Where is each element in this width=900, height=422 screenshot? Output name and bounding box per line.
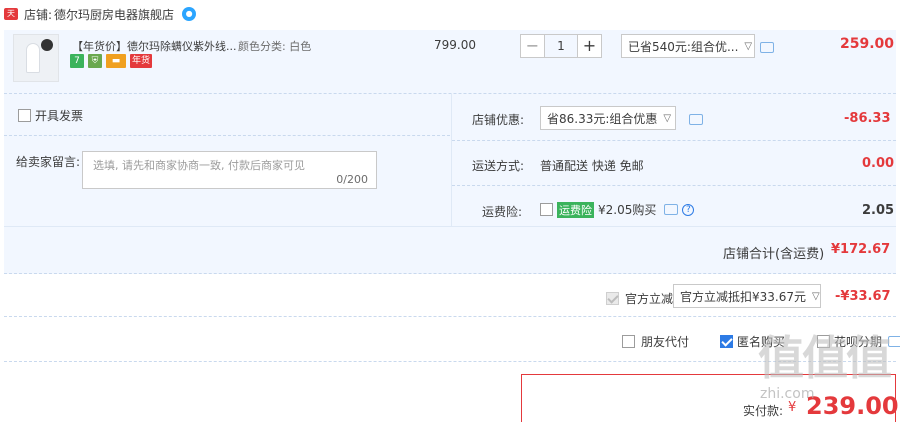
product-thumbnail[interactable] [13, 34, 59, 82]
message-icon[interactable] [664, 204, 679, 215]
item-subtotal: 259.00 [840, 36, 895, 52]
message-textarea[interactable]: 选填, 请先和商家协商一致, 付款后商家可见 0/200 [82, 151, 377, 189]
message-label: 给卖家留言: [16, 155, 81, 169]
new-year-badge[interactable]: 年货 [130, 54, 153, 68]
shipping-method: 普通配送 快递 免邮 [540, 159, 644, 173]
quantity-stepper: − 1 + [520, 34, 602, 58]
item-discount-value: 已省540元:组合优... [628, 39, 739, 54]
divider [4, 316, 896, 317]
friend-pay-checkbox[interactable] [622, 335, 635, 348]
shop-total-label: 店铺合计(含运费) [723, 247, 825, 262]
item-discount-select[interactable]: 已省540元:组合优... ▽ [621, 34, 755, 58]
insurance-amount: 2.05 [862, 203, 895, 218]
friend-pay-option[interactable]: 朋友代付 [622, 333, 689, 350]
pay-currency: ¥ [788, 400, 797, 415]
service-icons: 7 ⛨ ▬ 年货 [70, 54, 153, 68]
quantity-input[interactable]: 1 [545, 34, 577, 58]
friend-pay-label: 朋友代付 [641, 335, 690, 349]
chat-icon[interactable]: ● [182, 7, 197, 21]
insurance-label: 运费险: [482, 205, 523, 219]
chevron-down-icon: ▽ [663, 112, 672, 124]
official-discount-value: 官方立减抵扣¥33.67元 [680, 289, 806, 304]
shop-name-link[interactable]: 德尔玛厨房电器旗舰店 [54, 6, 174, 23]
pay-label: 实付款: [743, 404, 784, 418]
divider [452, 140, 896, 141]
shipping-label: 运送方式: [472, 159, 525, 173]
divider [452, 185, 896, 186]
shop-discount-value: 省86.33元:组合优惠 [547, 111, 658, 126]
shop-discount-label: 店铺优惠: [472, 113, 525, 127]
credit-card-icon[interactable]: ▬ [106, 54, 126, 68]
shop-label: 店铺: [24, 7, 53, 22]
seven-day-return-icon[interactable]: 7 [70, 54, 84, 68]
anonymous-checkbox[interactable] [720, 335, 733, 348]
unit-price: 799.00 [434, 38, 476, 52]
shop-total-amount: ¥172.67 [831, 242, 891, 257]
invoice-option[interactable]: 开具发票 [18, 107, 83, 124]
shop-discount-select[interactable]: 省86.33元:组合优惠 ▽ [540, 106, 676, 130]
panel-divider [451, 94, 452, 226]
message-placeholder: 选填, 请先和商家协商一致, 付款后商家可见 [93, 159, 305, 172]
product-title-link[interactable]: 【年货价】德尔玛除螨仪紫外线... [72, 38, 237, 54]
product-sku: 颜色分类: 白色 [238, 40, 312, 53]
tmall-icon: 天猫 [4, 8, 18, 30]
watermark-logo: 值值值 [758, 331, 892, 385]
message-counter: 0/200 [336, 173, 368, 186]
shop-header: 天猫 店铺: 德尔玛厨房电器旗舰店 ● [0, 0, 900, 30]
official-discount-amount: -¥33.67 [835, 289, 891, 304]
insurance-option[interactable]: 运费险 ¥2.05购买 ? [540, 201, 695, 218]
pay-amount: 239.00 [806, 392, 899, 420]
shield-icon[interactable]: ⛨ [88, 54, 102, 68]
chevron-down-icon: ▽ [812, 290, 820, 302]
invoice-checkbox[interactable] [18, 109, 31, 122]
order-item-row: 【年货价】德尔玛除螨仪紫外线... 颜色分类: 白色 7 ⛨ ▬ 年货 799.… [4, 30, 896, 94]
insurance-tag: 运费险 [557, 201, 594, 218]
insurance-checkbox[interactable] [540, 203, 553, 216]
official-discount-label: 官方立减 [625, 292, 674, 306]
help-icon[interactable]: ? [682, 203, 695, 216]
official-discount-checkbox [606, 292, 619, 305]
quantity-decrease-button[interactable]: − [520, 34, 545, 58]
quantity-increase-button[interactable]: + [577, 34, 602, 58]
official-discount-option: 官方立减 [606, 290, 673, 307]
chevron-down-icon: ▽ [744, 40, 753, 52]
invoice-label: 开具发票 [35, 109, 84, 123]
shop-discount-amount: -86.33 [844, 111, 891, 126]
shipping-amount: 0.00 [862, 156, 895, 171]
official-discount-select[interactable]: 官方立减抵扣¥33.67元 ▽ [673, 284, 821, 308]
divider [4, 226, 896, 227]
watermark-text: zhi.com [760, 386, 815, 402]
message-icon[interactable] [689, 114, 703, 125]
message-icon[interactable] [760, 42, 774, 53]
insurance-price: ¥2.05购买 [598, 203, 657, 217]
divider [4, 135, 450, 136]
